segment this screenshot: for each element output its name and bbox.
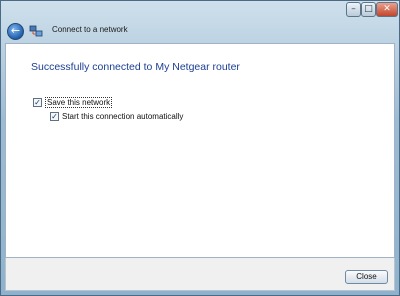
save-network-label: Save this network (45, 97, 113, 108)
window: – □ ✕ ← Connect to a network Successfull… (0, 0, 400, 296)
button-bar: Close (5, 258, 395, 291)
start-automatically-checkbox[interactable]: ✓ (50, 112, 59, 121)
window-title: Connect to a network (52, 25, 128, 34)
back-arrow-icon[interactable]: ← (7, 23, 24, 40)
close-button[interactable]: Close (345, 270, 388, 284)
navigation-bar: ← Connect to a network (5, 21, 395, 43)
minimize-button[interactable]: – (346, 2, 361, 17)
network-icon (29, 25, 43, 37)
save-network-option[interactable]: ✓ Save this network (33, 97, 113, 108)
start-automatically-label: Start this connection automatically (62, 112, 184, 121)
status-headline: Successfully connected to My Netgear rou… (31, 61, 240, 73)
window-close-button[interactable]: ✕ (376, 2, 398, 17)
maximize-button[interactable]: □ (361, 2, 376, 17)
save-network-checkbox[interactable]: ✓ (33, 98, 42, 107)
content-panel: Successfully connected to My Netgear rou… (5, 43, 395, 258)
start-automatically-option[interactable]: ✓ Start this connection automatically (50, 112, 183, 121)
